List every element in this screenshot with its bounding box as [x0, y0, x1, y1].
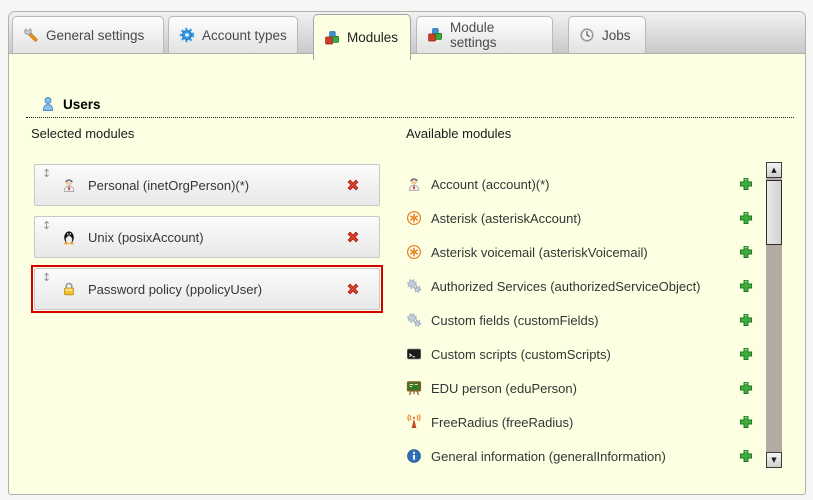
tab-bar: General settings Account types [9, 12, 805, 54]
green-plus-icon [738, 414, 754, 430]
remove-module-button[interactable] [345, 281, 361, 297]
remove-module-button[interactable] [345, 177, 361, 193]
red-x-icon [345, 229, 361, 245]
highlighted-module-outline: ↕ Password policy (ppolicyUser) [31, 265, 383, 313]
available-module-label: Custom scripts (customScripts) [431, 347, 611, 362]
available-module-row: Asterisk voicemail (asteriskVoicemail) [406, 235, 754, 269]
tab-label: General settings [46, 28, 144, 43]
tab-module-settings[interactable]: Module settings [416, 16, 553, 53]
add-module-button[interactable] [738, 414, 754, 430]
drag-handle-icon[interactable]: ↕ [42, 167, 51, 180]
user-icon [40, 96, 56, 112]
available-module-row: Authorized Services (authorizedServiceOb… [406, 269, 754, 303]
modules-icon [324, 30, 340, 46]
selected-modules-heading: Selected modules [31, 126, 134, 141]
available-module-row: Asterisk (asteriskAccount) [406, 201, 754, 235]
green-plus-icon [738, 346, 754, 362]
available-module-label: FreeRadius (freeRadius) [431, 415, 573, 430]
tab-label: Module settings [450, 20, 542, 50]
green-plus-icon [738, 278, 754, 294]
tab-label: Modules [347, 30, 398, 45]
selected-module-label: Unix (posixAccount) [88, 230, 204, 245]
available-module-label: Custom fields (customFields) [431, 313, 599, 328]
gears-icon [406, 278, 422, 294]
available-module-row: General information (generalInformation) [406, 439, 754, 473]
tab-account-types[interactable]: Account types [168, 16, 298, 53]
green-plus-icon [738, 210, 754, 226]
available-module-row: Account (account)(*) [406, 167, 754, 201]
available-module-row: EDU person (eduPerson) [406, 371, 754, 405]
scroll-up-icon: ▲ [771, 166, 776, 174]
selected-module-row[interactable]: ↕ Unix (posixAccount) [34, 216, 380, 258]
users-section-heading: Users [26, 96, 794, 118]
selected-module-row[interactable]: ↕ Personal (inetOrgPerson)(*) [34, 164, 380, 206]
tab-label: Jobs [602, 28, 631, 43]
gears-icon [406, 312, 422, 328]
section-title: Users [63, 97, 101, 112]
available-module-row: FreeRadius (freeRadius) [406, 405, 754, 439]
green-plus-icon [738, 244, 754, 260]
available-list-scrollbar[interactable]: ▲ ▼ [766, 162, 782, 468]
selected-module-row[interactable]: ↕ Password policy (ppolicyUser) [34, 268, 380, 310]
lock-icon [61, 281, 77, 297]
available-module-label: General information (generalInformation) [431, 449, 666, 464]
tab-modules[interactable]: Modules [313, 14, 411, 60]
asterisk-icon [406, 244, 422, 260]
available-module-label: Account (account)(*) [431, 177, 550, 192]
available-module-label: Asterisk voicemail (asteriskVoicemail) [431, 245, 648, 260]
scrollbar-thumb[interactable] [766, 180, 782, 245]
available-module-label: EDU person (eduPerson) [431, 381, 577, 396]
available-module-label: Asterisk (asteriskAccount) [431, 211, 581, 226]
scroll-down-button[interactable]: ▼ [766, 452, 782, 468]
scroll-down-icon: ▼ [771, 456, 776, 464]
antenna-icon [406, 414, 422, 430]
clock-icon [579, 27, 595, 43]
gear-icon [179, 27, 195, 43]
tab-jobs[interactable]: Jobs [568, 16, 646, 53]
settings-panel: General settings Account types [8, 11, 806, 495]
red-x-icon [345, 177, 361, 193]
add-module-button[interactable] [738, 380, 754, 396]
add-module-button[interactable] [738, 278, 754, 294]
tab-general-settings[interactable]: General settings [12, 16, 164, 53]
modules-icon [427, 27, 443, 43]
remove-module-button[interactable] [345, 229, 361, 245]
modules-config-page: General settings Account types [0, 0, 813, 500]
add-module-button[interactable] [738, 210, 754, 226]
chalkboard-icon [406, 380, 422, 396]
terminal-icon [406, 346, 422, 362]
red-x-icon [345, 281, 361, 297]
add-module-button[interactable] [738, 176, 754, 192]
available-module-row: Custom scripts (customScripts) [406, 337, 754, 371]
green-plus-icon [738, 448, 754, 464]
info-icon [406, 448, 422, 464]
wrench-icon [23, 27, 39, 43]
selected-module-label: Password policy (ppolicyUser) [88, 282, 262, 297]
available-modules-heading: Available modules [406, 126, 511, 141]
green-plus-icon [738, 312, 754, 328]
person-icon [406, 176, 422, 192]
penguin-icon [61, 229, 77, 245]
person-icon [61, 177, 77, 193]
asterisk-icon [406, 210, 422, 226]
drag-handle-icon[interactable]: ↕ [42, 219, 51, 232]
scroll-up-button[interactable]: ▲ [766, 162, 782, 178]
tab-label: Account types [202, 28, 287, 43]
available-module-label: Authorized Services (authorizedServiceOb… [431, 279, 701, 294]
green-plus-icon [738, 176, 754, 192]
add-module-button[interactable] [738, 448, 754, 464]
add-module-button[interactable] [738, 312, 754, 328]
add-module-button[interactable] [738, 244, 754, 260]
green-plus-icon [738, 380, 754, 396]
selected-module-label: Personal (inetOrgPerson)(*) [88, 178, 249, 193]
available-module-row: Custom fields (customFields) [406, 303, 754, 337]
add-module-button[interactable] [738, 346, 754, 362]
drag-handle-icon[interactable]: ↕ [42, 271, 51, 284]
